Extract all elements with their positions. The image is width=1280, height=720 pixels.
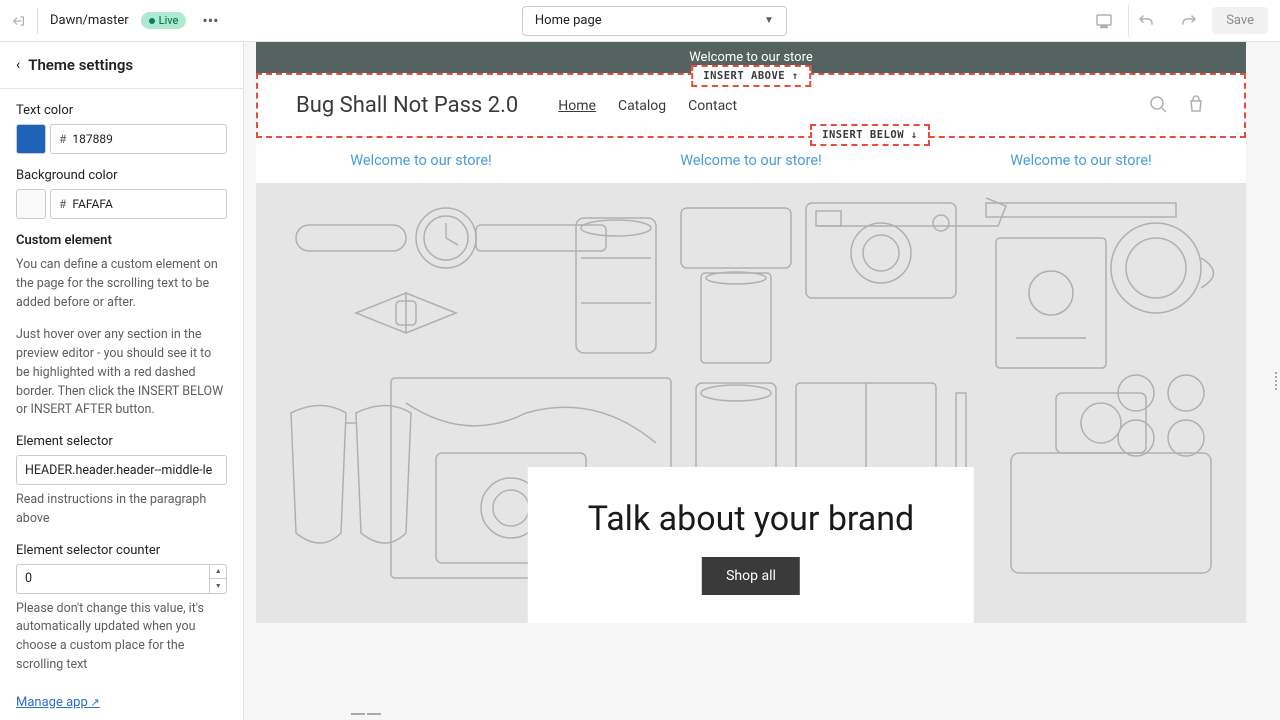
counter-help: Please don't change this value, it's aut… <box>16 600 227 675</box>
nav-contact[interactable]: Contact <box>688 98 737 114</box>
text-color-swatch[interactable] <box>16 124 46 154</box>
save-button[interactable]: Save <box>1212 7 1268 34</box>
bg-color-input-wrap: # <box>50 189 227 219</box>
page-selector-value: Home page <box>535 13 602 28</box>
cart-icon[interactable] <box>1186 94 1206 118</box>
bg-color-label: Background color <box>16 168 227 183</box>
search-icon[interactable] <box>1148 94 1168 118</box>
text-color-label: Text color <box>16 103 227 118</box>
scrolling-text: Welcome to our store! Welcome to our sto… <box>256 138 1246 183</box>
exit-button[interactable] <box>12 8 38 34</box>
hero-card: Talk about your brand Shop all <box>528 467 974 623</box>
text-color-input-wrap: # <box>50 124 227 154</box>
insert-above-button[interactable]: INSERT ABOVE ↑ <box>691 65 811 87</box>
nav-catalog[interactable]: Catalog <box>618 98 666 114</box>
undo-button[interactable] <box>1128 3 1164 39</box>
custom-element-heading: Custom element <box>16 233 227 248</box>
counter-input[interactable] <box>16 564 210 594</box>
manage-app-link[interactable]: Manage app <box>16 695 100 710</box>
more-menu-button[interactable]: ••• <box>198 7 222 34</box>
selector-help: Read instructions in the paragraph above <box>16 491 227 529</box>
back-button[interactable]: ‹ <box>16 57 20 73</box>
insert-below-button[interactable]: INSERT BELOW ↓ <box>810 124 930 146</box>
sidebar-resize-handle[interactable] <box>346 713 386 716</box>
store-brand: Bug Shall Not Pass 2.0 <box>296 93 518 118</box>
counter-label: Element selector counter <box>16 543 227 558</box>
text-color-input[interactable] <box>72 132 218 146</box>
shop-all-button[interactable]: Shop all <box>702 557 800 595</box>
bg-color-input[interactable] <box>72 197 218 211</box>
custom-element-help-2: Just hover over any section in the previ… <box>16 326 227 420</box>
page-selector-dropdown[interactable]: Home page ▼ <box>522 6 787 36</box>
hero-title: Talk about your brand <box>588 499 914 539</box>
preview-drag-handle[interactable] <box>1272 361 1280 401</box>
hero-section: Talk about your brand Shop all <box>256 183 1246 623</box>
bg-color-swatch[interactable] <box>16 189 46 219</box>
nav-home[interactable]: Home <box>558 98 596 114</box>
custom-element-help-1: You can define a custom element on the p… <box>16 256 227 312</box>
main-nav: Home Catalog Contact <box>558 98 737 114</box>
selector-input[interactable] <box>16 455 227 485</box>
sidebar-title: Theme settings <box>28 56 133 74</box>
header-section[interactable]: INSERT ABOVE ↑ INSERT BELOW ↓ Bug Shall … <box>256 73 1246 138</box>
counter-stepper[interactable]: ▲▼ <box>210 564 227 594</box>
live-badge: Live <box>141 12 187 29</box>
redo-button[interactable] <box>1170 3 1206 39</box>
desktop-view-icon[interactable] <box>1086 3 1122 39</box>
chevron-down-icon: ▼ <box>764 15 774 26</box>
selector-label: Element selector <box>16 434 227 449</box>
theme-name: Dawn/master <box>50 13 129 28</box>
